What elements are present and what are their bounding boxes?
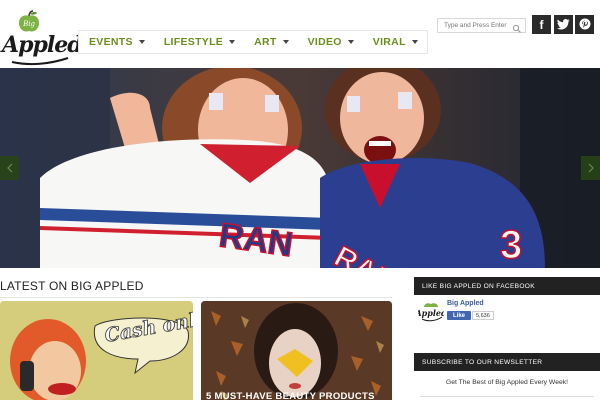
newsletter-email-field[interactable] xyxy=(420,396,594,400)
nav-item-lifestyle[interactable]: LIFESTYLE xyxy=(154,31,244,53)
nav-item-events[interactable]: EVENTS xyxy=(79,31,154,53)
twitter-icon[interactable] xyxy=(554,15,573,34)
chevron-right-icon xyxy=(588,163,594,173)
page-logo-icon: Appled xyxy=(418,303,444,322)
slider-next-button[interactable] xyxy=(581,156,600,180)
logo-swoosh xyxy=(11,57,69,66)
jersey-number: 3 xyxy=(500,223,522,267)
apple-icon: Big xyxy=(19,10,39,32)
facebook-page-name[interactable]: Big Appled xyxy=(447,300,484,307)
card-caption: 5 MUST-HAVE BEAUTY PRODUCTS xyxy=(206,391,375,400)
nav-item-video[interactable]: VIDEO xyxy=(298,31,363,53)
facebook-like-count: 5,636 xyxy=(472,311,494,320)
facebook-like-button[interactable]: Like xyxy=(447,311,471,320)
facebook-like-label: Like xyxy=(452,312,465,319)
article-thumbnail xyxy=(201,301,392,400)
caret-down-icon xyxy=(229,40,236,44)
site-header: Big Appled EVENTS LIFESTYLE ART VIDEO VI… xyxy=(0,0,600,68)
pinterest-icon[interactable] xyxy=(575,15,594,34)
facebook-widget-heading: LIKE BIG APPLED ON FACEBOOK xyxy=(414,277,600,295)
search-input[interactable] xyxy=(438,19,512,32)
site-logo[interactable]: Big Appled xyxy=(2,8,83,66)
caret-down-icon xyxy=(282,40,289,44)
nav-item-art[interactable]: ART xyxy=(244,31,297,53)
search-box xyxy=(437,18,526,33)
article-card[interactable]: Cash only?! xyxy=(0,301,193,400)
newsletter-text: Get The Best of Big Appled Every Week! xyxy=(445,379,569,386)
facebook-icon[interactable]: f xyxy=(532,15,551,34)
hero-image: RAN RANG 3 xyxy=(0,68,600,268)
divider xyxy=(0,297,392,298)
article-card[interactable]: 5 MUST-HAVE BEAUTY PRODUCTS xyxy=(201,301,392,400)
nav-item-label: ART xyxy=(254,36,277,48)
newsletter-heading: SUBSCRIBE TO OUR NEWSLETTER xyxy=(414,353,600,371)
hero-slider[interactable]: RAN RANG 3 xyxy=(0,68,600,268)
article-thumbnail: Cash only?! xyxy=(0,301,193,400)
chevron-left-icon xyxy=(6,163,12,173)
nav-item-label: LIFESTYLE xyxy=(163,36,224,48)
caret-down-icon xyxy=(138,40,145,44)
slider-prev-button[interactable] xyxy=(0,156,19,180)
logo-wordmark: Appled xyxy=(2,32,83,58)
logo-small-text: Big xyxy=(22,20,35,28)
nav-item-viral[interactable]: VIRAL xyxy=(363,31,427,53)
main-nav: EVENTS LIFESTYLE ART VIDEO VIRAL xyxy=(78,30,428,54)
caret-down-icon xyxy=(347,40,354,44)
facebook-glyph: f xyxy=(539,17,544,32)
nav-item-label: VIRAL xyxy=(372,36,406,48)
facebook-like-box: Appled Big Appled Like 5,636 xyxy=(418,300,598,326)
search-icon[interactable] xyxy=(512,21,522,33)
section-title: LATEST ON BIG APPLED xyxy=(0,279,144,293)
nav-item-label: VIDEO xyxy=(307,36,342,48)
nav-item-label: EVENTS xyxy=(89,36,133,48)
caret-down-icon xyxy=(411,40,418,44)
svg-text:Appled: Appled xyxy=(418,308,444,318)
